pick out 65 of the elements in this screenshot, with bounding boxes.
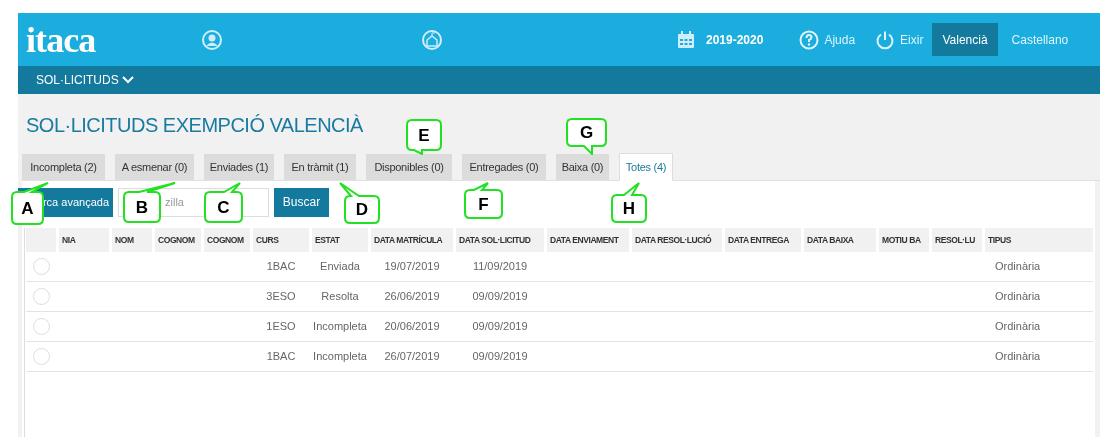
callout-tooltip: E [406,119,442,155]
tab[interactable]: Baixa (0) [556,154,609,180]
column-header[interactable]: DATA ENTREGA [725,228,801,252]
logo: itaca [26,21,97,58]
tab[interactable]: Incompleta (2) [22,154,105,180]
school-year: 2019-2020 [706,31,764,49]
tab[interactable]: Entregades (0) [462,154,546,180]
table-cell-text: 20/06/2019 [384,319,440,335]
table-cell-text: 09/09/2019 [472,349,528,365]
tab[interactable]: Enviades (1) [204,154,274,180]
table-cell-text: Incompleta [313,349,367,365]
table-cell-text: 1ESO [266,319,296,335]
callout-tooltip: D [339,182,380,224]
column-header[interactable]: DATA RESOL·LUCIÓ [632,228,722,252]
tab[interactable]: A esmenar (0) [115,154,194,180]
column-header[interactable]: ESTAT [312,228,368,252]
school-icon[interactable] [422,29,442,50]
callout-tooltip: H [611,182,647,223]
callout-tooltip: G [566,118,607,155]
column-header[interactable]: COGNOM [204,228,250,252]
tab[interactable]: Totes (4) [619,153,673,181]
table-cell-text: Ordinària [995,289,1041,305]
row-radio[interactable] [32,258,50,275]
language-button[interactable]: Valencià [932,23,998,56]
column-header[interactable]: CURS [253,228,309,252]
table-cell-text: Ordinària [995,349,1041,365]
column-header[interactable]: COGNOM [155,228,201,252]
table-cell-text: 3ESO [266,289,296,305]
table-cell-text: 26/06/2019 [384,289,440,305]
column-header[interactable]: NOM [112,228,152,252]
row-radio[interactable] [32,288,50,305]
row-radio[interactable] [32,348,50,365]
table-cell-text: Ordinària [995,319,1041,335]
search-button[interactable]: Buscar [274,187,329,217]
callout-tooltip: C [204,182,243,223]
table-cell-text: 19/07/2019 [384,259,440,275]
table-cell-text: 1BAC [266,349,296,365]
page-title: SOL·LICITUDS EXEMPCIÓ VALENCIÀ [26,115,363,135]
column-header[interactable]: MOTIU BA [879,228,929,252]
chevron-down-icon [121,76,134,84]
table-cell-text: Ordinària [995,259,1041,275]
menu-dropdown[interactable]: SOL·LICITUDS [36,71,134,89]
tab[interactable]: Disponibles (0) [366,154,452,180]
table-cell-text: Incompleta [313,319,367,335]
column-header[interactable]: DATA SOL·LICITUD [456,228,544,252]
column-header[interactable]: DATA ENVIAMENT [547,228,629,252]
table-cell-text: Resolta [321,289,359,305]
row-radio[interactable] [32,318,50,335]
power-icon [875,29,896,50]
table-cell-text: 09/09/2019 [472,289,528,305]
column-header[interactable]: NIA [59,228,109,252]
column-header[interactable]: DATA BAIXA [804,228,876,252]
tab[interactable]: En tràmit (1) [284,154,356,180]
header-cell [26,228,56,252]
column-header[interactable]: RESOL·LU [932,228,982,252]
table-cell-text: Enviada [320,259,360,275]
calendar-icon [676,29,696,50]
help-icon [799,29,820,50]
table-cell-text: 1BAC [266,259,296,275]
user-icon[interactable] [202,29,222,50]
column-header[interactable]: TIPUS [985,228,1093,252]
table-cell-text: 09/09/2019 [472,319,528,335]
table-cell-text: 11/09/2019 [472,259,528,275]
column-header[interactable]: DATA MATRÍCULA [371,228,453,252]
table-cell-text: 26/07/2019 [384,349,440,365]
